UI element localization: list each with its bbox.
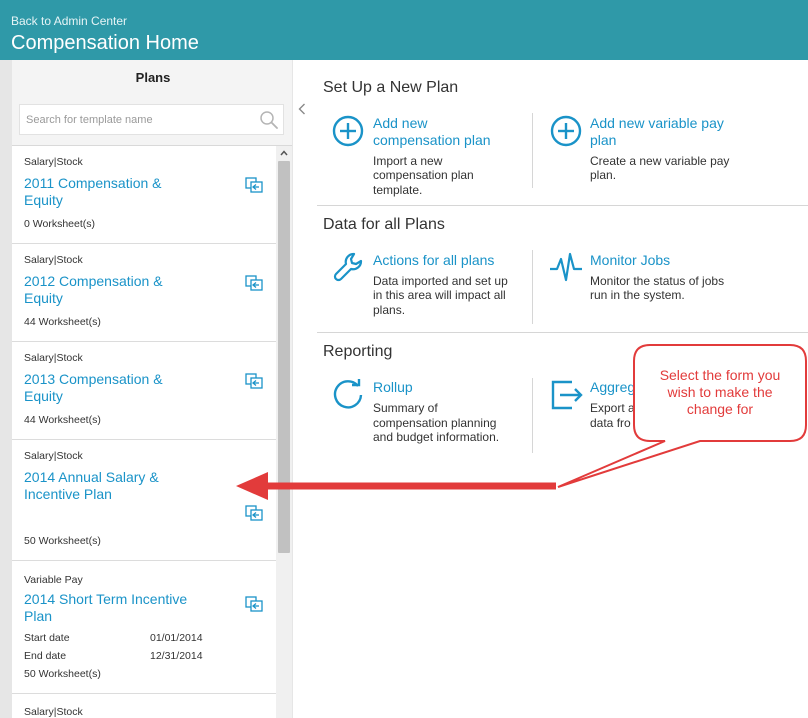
tile-description: compensation planning	[373, 416, 497, 430]
add-compensation-plan-link[interactable]: Add new	[373, 115, 427, 132]
plan-name-link[interactable]: 2014 Annual Salary & Incentive Plan	[24, 469, 204, 503]
plan-category: Salary|Stock	[24, 706, 83, 718]
tile-description: Data imported and set up	[373, 274, 508, 288]
add-variable-pay-plan-link-line2[interactable]: plan	[590, 132, 616, 149]
plus-circle-icon[interactable]	[550, 115, 584, 149]
back-to-admin-center-link[interactable]: Back to Admin Center	[11, 14, 127, 28]
tile-description: Create a new variable pay	[590, 154, 730, 168]
end-date-value: 12/31/2014	[150, 650, 203, 662]
search-icon[interactable]	[259, 110, 279, 130]
tile-description: Summary of	[373, 401, 438, 415]
plan-category: Salary|Stock	[24, 450, 83, 462]
plan-name-link[interactable]: 2012 Compensation & Equity	[24, 273, 204, 307]
tile-description: plan.	[590, 168, 617, 182]
plan-category: Salary|Stock	[24, 156, 83, 168]
tile-description: in this area will impact all	[373, 288, 506, 302]
plan-item[interactable]: Variable Pay 2014 Short Term Incentive P…	[12, 561, 276, 694]
tile-description: data fro	[590, 416, 631, 430]
tile-description: plans.	[373, 303, 406, 317]
callout-line: wish to make the	[667, 384, 773, 400]
plan-worksheet-count: 50 Worksheet(s)	[24, 668, 101, 680]
aggregate-export-link[interactable]: Aggreg	[590, 379, 635, 396]
callout-line: Select the form you	[659, 367, 781, 383]
plan-name-link[interactable]: 2014 Short Term Incentive Plan	[24, 591, 204, 625]
plan-worksheet-count: 50 Worksheet(s)	[24, 535, 101, 547]
section-title-data: Data for all Plans	[323, 216, 445, 233]
plan-item[interactable]: Salary|Stock 2011 Compensation & Equity …	[12, 146, 276, 244]
actions-for-all-plans-link[interactable]: Actions for all plans	[373, 252, 494, 269]
tile-separator	[532, 378, 533, 453]
plans-header: Plans	[12, 60, 292, 146]
plan-worksheet-count: 0 Worksheet(s)	[24, 218, 95, 230]
plan-category: Variable Pay	[24, 574, 83, 586]
tile-description: Import a new	[373, 154, 443, 168]
section-title-setup: Set Up a New Plan	[323, 79, 459, 96]
plus-circle-icon[interactable]	[332, 115, 366, 149]
open-plan-icon[interactable]	[245, 275, 263, 291]
section-divider	[317, 332, 808, 333]
app-header: Back to Admin Center Compensation Home	[0, 0, 808, 60]
section-title-reporting: Reporting	[323, 343, 393, 360]
tile-description: template.	[373, 183, 423, 197]
tile-description: Monitor the status of jobs	[590, 274, 725, 288]
collapse-panel-chevron-icon[interactable]	[297, 102, 307, 116]
open-plan-icon[interactable]	[245, 505, 263, 521]
pulse-icon[interactable]	[549, 250, 583, 284]
plan-list: Salary|Stock 2011 Compensation & Equity …	[12, 146, 276, 718]
plans-title: Plans	[135, 70, 171, 85]
open-plan-icon[interactable]	[245, 373, 263, 389]
add-variable-pay-plan-link[interactable]: Add new variable pay	[590, 115, 724, 132]
plan-worksheet-count: 44 Worksheet(s)	[24, 316, 101, 328]
add-compensation-plan-link-line2[interactable]: compensation plan	[373, 132, 491, 149]
open-plan-icon[interactable]	[245, 177, 263, 193]
monitor-jobs-link[interactable]: Monitor Jobs	[590, 252, 670, 269]
start-date-label: Start date	[24, 632, 70, 644]
tile-description: and budget information.	[373, 430, 500, 444]
section-divider	[317, 205, 808, 206]
scrollbar-thumb[interactable]	[278, 161, 290, 553]
search-box	[19, 104, 284, 135]
tile-description: compensation plan	[373, 168, 474, 182]
callout-line: change for	[686, 401, 754, 417]
plan-item[interactable]: Salary|Stock	[12, 694, 276, 718]
plan-category: Salary|Stock	[24, 352, 83, 364]
plans-panel: Plans Salary|Stock 2011 Compensation & E…	[12, 60, 292, 718]
tile-separator	[532, 113, 533, 188]
scroll-up-arrow-icon[interactable]	[279, 148, 289, 158]
start-date-value: 01/01/2014	[150, 632, 203, 644]
plan-category: Salary|Stock	[24, 254, 83, 266]
plan-item[interactable]: Salary|Stock 2013 Compensation & Equity …	[12, 342, 276, 440]
tile-separator	[532, 250, 533, 324]
tile-description: run in the system.	[590, 288, 685, 302]
open-plan-icon[interactable]	[245, 596, 263, 612]
export-icon[interactable]	[550, 378, 584, 412]
end-date-label: End date	[24, 650, 67, 662]
plan-item[interactable]: Salary|Stock 2014 Annual Salary & Incent…	[12, 440, 276, 561]
page-title: Compensation Home	[11, 32, 199, 54]
search-input[interactable]	[26, 112, 248, 128]
tile-description: Export a	[590, 401, 635, 415]
plan-item[interactable]: Salary|Stock 2012 Compensation & Equity …	[12, 244, 276, 342]
plan-name-link[interactable]: 2011 Compensation & Equity	[24, 175, 204, 209]
plan-worksheet-count: 44 Worksheet(s)	[24, 414, 101, 426]
plan-list-scrollbar[interactable]	[276, 146, 292, 718]
plan-name-link[interactable]: 2013 Compensation & Equity	[24, 371, 204, 405]
refresh-icon[interactable]	[332, 378, 366, 412]
callout-text: Select the form you wish to make the cha…	[640, 367, 800, 418]
rollup-link[interactable]: Rollup	[373, 379, 413, 396]
wrench-icon[interactable]	[332, 251, 366, 285]
